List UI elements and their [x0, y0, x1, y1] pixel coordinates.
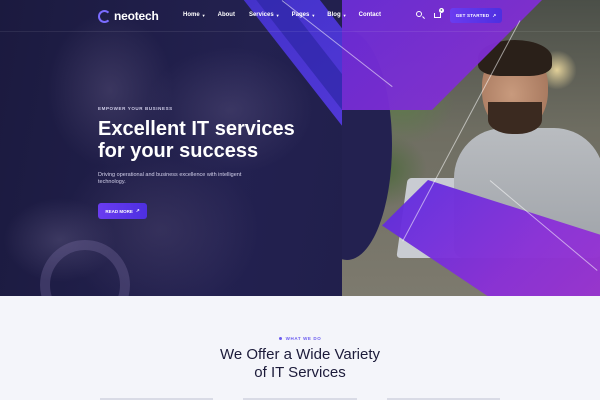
cart-count-badge: 0 — [439, 8, 444, 13]
hero-section: neotech Home ▼ About Services ▼ Pages ▼ Blo… — [0, 0, 600, 296]
search-icon[interactable] — [416, 11, 424, 19]
read-more-button[interactable]: READ MORE ↗ — [98, 203, 147, 219]
nav-item-about[interactable]: About — [218, 12, 235, 18]
person-beard — [488, 102, 542, 134]
hero-title: Excellent IT services for your success — [98, 118, 328, 162]
arrow-up-right-icon: ↗ — [492, 12, 497, 18]
nav-item-contact[interactable]: Contact — [359, 12, 381, 18]
chevron-down-icon: ▼ — [201, 12, 206, 18]
hero-eyebrow: EMPOWER YOUR BUSINESS — [98, 106, 173, 111]
nav-item-label: Home — [183, 12, 200, 18]
arrow-up-right-icon: ↗ — [135, 208, 140, 213]
section-eyebrow-label: WHAT WE DO — [285, 336, 322, 341]
logo-icon — [98, 9, 111, 23]
hero-title-line: for your success — [98, 140, 259, 162]
nav-item-blog[interactable]: Blog ▼ — [327, 12, 346, 18]
nav-item-pages[interactable]: Pages ▼ — [292, 12, 316, 18]
get-started-button[interactable]: GET STARTED ↗ — [450, 8, 502, 23]
button-label: GET STARTED — [455, 13, 490, 18]
hero-image — [342, 0, 600, 296]
nav-item-label: Blog — [327, 12, 341, 18]
button-label: READ MORE — [105, 208, 133, 214]
nav-item-label: Services — [248, 12, 274, 18]
nav-item-services[interactable]: Services ▼ — [249, 12, 280, 18]
logo-text: neotech — [114, 9, 159, 23]
hero-description: Driving operational and business excelle… — [98, 172, 242, 185]
nav-menu: Home ▼ About Services ▼ Pages ▼ Blog ▼ Conta… — [183, 12, 381, 18]
nav-item-label: About — [217, 12, 235, 18]
nav-item-label: Pages — [291, 12, 310, 18]
section-title: We Offer a Wide Variety of IT Services — [0, 346, 600, 382]
hero-title-line: Excellent IT services — [98, 118, 295, 140]
section-title-line: of IT Services — [254, 364, 346, 381]
chevron-down-icon: ▼ — [311, 12, 316, 18]
services-section: WHAT WE DO We Offer a Wide Variety of IT… — [0, 296, 600, 400]
bullet-icon — [278, 337, 282, 341]
chevron-down-icon: ▼ — [342, 12, 347, 18]
nav-item-label: Contact — [358, 12, 381, 18]
cart-icon[interactable]: 0 — [434, 8, 444, 19]
logo[interactable]: neotech — [98, 9, 159, 23]
top-navigation: neotech Home ▼ About Services ▼ Pages ▼ Blo… — [0, 0, 600, 32]
chevron-down-icon: ▼ — [275, 12, 280, 18]
section-title-line: We Offer a Wide Variety — [219, 346, 381, 363]
nav-item-home[interactable]: Home ▼ — [183, 12, 206, 18]
section-eyebrow: WHAT WE DO — [0, 336, 600, 341]
nav-icons: 0 — [416, 8, 444, 19]
